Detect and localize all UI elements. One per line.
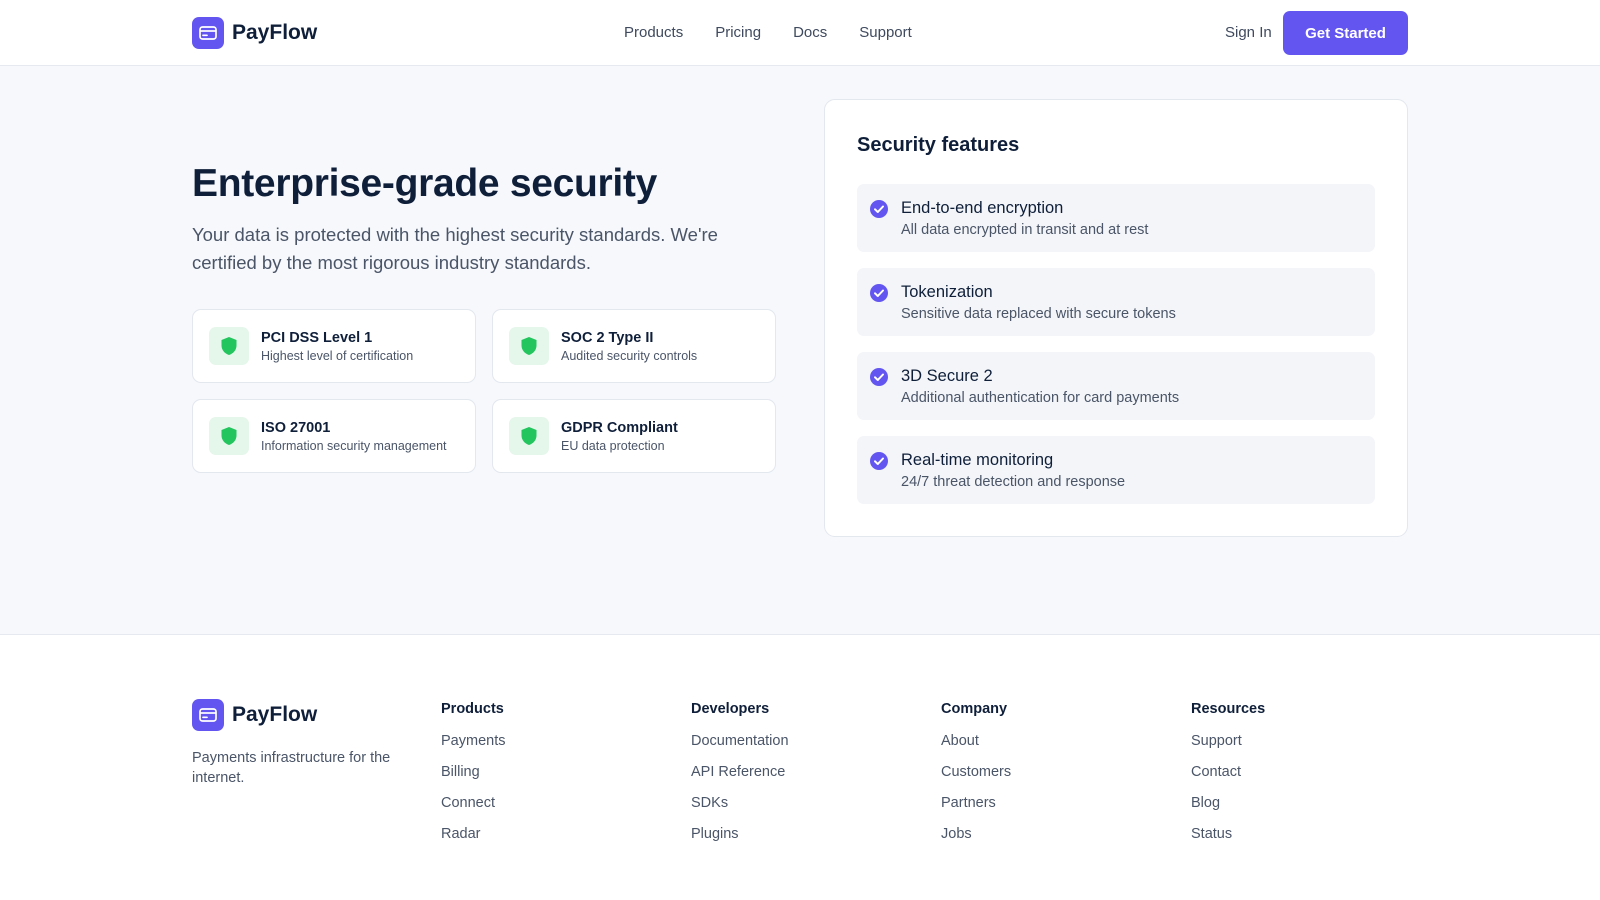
brand-logo-link[interactable]: PayFlow [192, 17, 317, 49]
footer-link[interactable]: Jobs [941, 826, 972, 842]
footer-column-developers: Developers Documentation API Reference S… [691, 701, 789, 843]
cert-card-soc2: SOC 2 Type II Audited security controls [492, 309, 776, 383]
cert-desc: Information security management [261, 439, 447, 453]
feature-title: 3D Secure 2 [901, 367, 993, 385]
footer-link[interactable]: Support [1191, 733, 1242, 749]
footer-link[interactable]: Documentation [691, 733, 789, 749]
shield-icon [209, 327, 249, 365]
page-title: Enterprise-grade security [192, 162, 658, 205]
check-circle-icon [870, 284, 888, 307]
nav-pricing[interactable]: Pricing [715, 24, 761, 41]
feature-item: End-to-end encryption All data encrypted… [857, 184, 1375, 252]
footer-link[interactable]: SDKs [691, 795, 728, 811]
footer-link[interactable]: Plugins [691, 826, 739, 842]
footer-brand-logo-link[interactable]: PayFlow [192, 699, 317, 731]
cert-card-iso: ISO 27001 Information security managemen… [192, 399, 476, 473]
footer-link[interactable]: Payments [441, 733, 505, 749]
site-header: PayFlow Products Pricing Docs Support Si… [0, 0, 1600, 66]
feature-item: 3D Secure 2 Additional authentication fo… [857, 352, 1375, 420]
footer-column-resources: Resources Support Contact Blog Status [1191, 701, 1265, 843]
hero-subtitle: Your data is protected with the highest … [192, 224, 718, 273]
security-features-panel: Security features End-to-end encryption … [824, 99, 1408, 537]
shield-icon [209, 417, 249, 455]
footer-link[interactable]: Status [1191, 826, 1232, 842]
check-circle-icon [870, 368, 888, 391]
shield-icon [509, 417, 549, 455]
feature-title: Tokenization [901, 283, 993, 301]
footer-column-title: Resources [1191, 701, 1266, 717]
sign-in-link[interactable]: Sign In [1225, 24, 1272, 41]
footer-column-title: Products [441, 701, 504, 717]
footer-link[interactable]: Partners [941, 795, 996, 811]
footer-link[interactable]: Customers [941, 764, 1011, 780]
cert-title: ISO 27001 [261, 420, 331, 436]
footer-link[interactable]: Connect [441, 795, 495, 811]
feature-title: Real-time monitoring [901, 451, 1054, 469]
footer-link[interactable]: Blog [1191, 795, 1220, 811]
cert-title: PCI DSS Level 1 [261, 330, 373, 346]
footer-column-company: Company About Customers Partners Jobs [941, 701, 1011, 843]
cert-title: SOC 2 Type II [561, 330, 654, 346]
credit-card-icon [192, 699, 224, 731]
cert-card-pci: PCI DSS Level 1 Highest level of certifi… [192, 309, 476, 383]
cert-desc: Audited security controls [561, 349, 698, 363]
feature-desc: Additional authentication for card payme… [901, 390, 1180, 406]
feature-item: Tokenization Sensitive data replaced wit… [857, 268, 1375, 336]
footer-link[interactable]: About [941, 733, 979, 749]
feature-desc: 24/7 threat detection and response [901, 474, 1126, 490]
footer-column-title: Developers [691, 701, 770, 717]
nav-support[interactable]: Support [859, 24, 912, 41]
feature-item: Real-time monitoring 24/7 threat detecti… [857, 436, 1375, 504]
shield-icon [509, 327, 549, 365]
cert-title: GDPR Compliant [561, 420, 678, 436]
footer-column-title: Company [941, 701, 1008, 717]
footer-brand-name: PayFlow [232, 703, 318, 726]
cert-desc: Highest level of certification [261, 349, 414, 363]
nav-docs[interactable]: Docs [793, 24, 827, 41]
check-circle-icon [870, 200, 888, 223]
credit-card-icon [192, 17, 224, 49]
feature-title: End-to-end encryption [901, 199, 1064, 217]
brand-name: PayFlow [232, 21, 318, 44]
main-nav: Products Pricing Docs Support [624, 24, 944, 41]
footer-link[interactable]: Contact [1191, 764, 1241, 780]
check-circle-icon [870, 452, 888, 475]
security-section: Enterprise-grade security Your data is p… [0, 66, 1600, 635]
footer-column-products: Products Payments Billing Connect Radar [441, 701, 505, 843]
footer-link[interactable]: API Reference [691, 764, 785, 780]
nav-products[interactable]: Products [624, 24, 683, 41]
site-footer: PayFlow Payments infrastructure for the … [0, 636, 1600, 900]
get-started-button[interactable]: Get Started [1283, 11, 1408, 55]
footer-tagline: Payments infrastructure for the internet… [192, 750, 391, 786]
cert-desc: EU data protection [561, 439, 665, 453]
feature-desc: Sensitive data replaced with secure toke… [901, 306, 1176, 322]
feature-desc: All data encrypted in transit and at res… [901, 222, 1149, 238]
footer-link[interactable]: Radar [441, 826, 481, 842]
cert-card-gdpr: GDPR Compliant EU data protection [492, 399, 776, 473]
panel-title: Security features [857, 134, 1020, 156]
footer-link[interactable]: Billing [441, 764, 480, 780]
